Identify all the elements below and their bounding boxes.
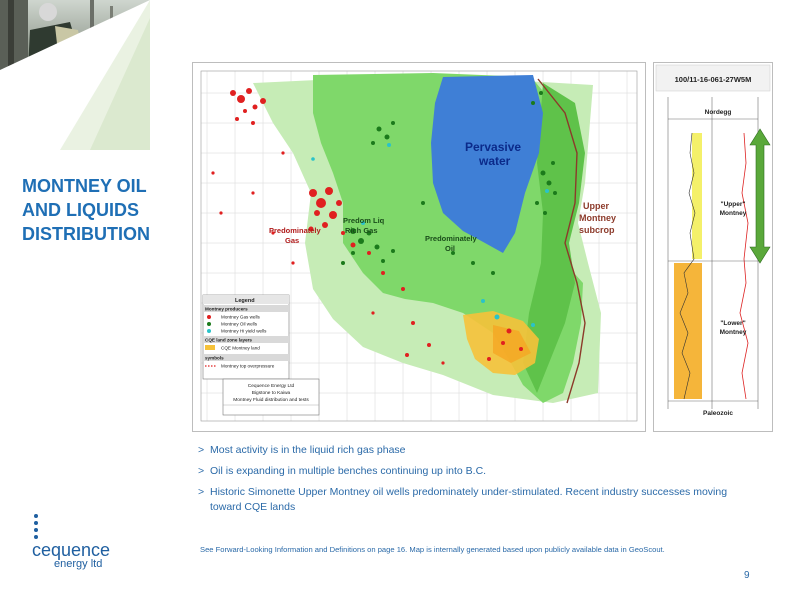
logo-subtitle: energy ltd bbox=[54, 558, 103, 570]
legend-title: Legend bbox=[235, 298, 255, 304]
legend-land-swatch bbox=[205, 345, 215, 350]
oil-rig-image bbox=[0, 0, 150, 150]
label-montney: Montney bbox=[579, 213, 616, 223]
label-predom-liq-2: Rich Gas bbox=[345, 226, 378, 235]
bullet-item: > Most activity is in the liquid rich ga… bbox=[198, 443, 758, 458]
title-box-area: Bigstone to Kaiwa bbox=[252, 390, 291, 396]
log-upper-1: "Upper" bbox=[721, 201, 746, 208]
label-upper: Upper bbox=[583, 201, 610, 211]
page-number: 9 bbox=[744, 570, 750, 581]
legend-item-gas: Montney Gas wells bbox=[221, 315, 261, 320]
log-base-label: Paleozoic bbox=[703, 410, 733, 417]
bullet-text: Oil is expanding in multiple benches con… bbox=[210, 465, 487, 477]
label-predominately-gas-1: Predominately bbox=[269, 226, 322, 235]
bullet-text: Most activity is in the liquid rich gas … bbox=[210, 444, 406, 456]
legend-hi-yield-icon bbox=[207, 329, 211, 333]
legend-section-producers: Montney producers bbox=[205, 307, 248, 312]
label-water: water bbox=[478, 154, 511, 168]
bullet-item: > Oil is expanding in multiple benches c… bbox=[198, 464, 758, 479]
slide-title: MONTNEY OIL AND LIQUIDS DISTRIBUTION bbox=[22, 174, 182, 246]
map-legend: Legend Montney producers Montney Gas wel… bbox=[202, 294, 290, 380]
legend-oil-icon bbox=[207, 322, 211, 326]
bullet-marker: > bbox=[198, 486, 205, 498]
log-top-label: Nordegg bbox=[705, 109, 732, 116]
title-box-subject: Montney Fluid distribution and tests bbox=[233, 397, 309, 403]
bullet-list: > Most activity is in the liquid rich ga… bbox=[198, 443, 758, 521]
title-box-company: Cequence Energy Ltd bbox=[248, 383, 295, 389]
legend-gas-icon bbox=[207, 315, 211, 319]
label-predom-liq-1: Predom Liq bbox=[343, 216, 385, 225]
legend-item-land: CQE Montney land bbox=[221, 346, 260, 351]
label-pervasive: Pervasive bbox=[465, 140, 521, 154]
bullet-marker: > bbox=[198, 444, 205, 456]
header-photo bbox=[0, 0, 150, 150]
legend-item-hi-yield: Montney Hi yield wells bbox=[221, 329, 267, 334]
map-title-box: Cequence Energy Ltd Bigstone to Kaiwa Mo… bbox=[222, 378, 320, 416]
log-upper-2: Montney bbox=[720, 210, 747, 217]
label-predominately-gas-2: Gas bbox=[285, 236, 299, 245]
lower-montney-gr-fill bbox=[674, 263, 702, 399]
legend-section-land: CQE land zone layers bbox=[205, 338, 252, 343]
company-logo: cequence energy ltd bbox=[18, 512, 128, 572]
log-lower-2: Montney bbox=[720, 329, 747, 336]
label-predominately-oil-2: Oil bbox=[445, 244, 455, 253]
label-subcrop: subcrop bbox=[579, 225, 615, 235]
montney-fluid-map: Pervasive water Upper Montney subcrop Pr… bbox=[192, 62, 646, 432]
bullet-text: Historic Simonette Upper Montney oil wel… bbox=[210, 486, 728, 513]
upper-montney-gr-fill bbox=[692, 133, 702, 259]
bullet-marker: > bbox=[198, 465, 205, 477]
legend-section-symbols: symbols bbox=[205, 356, 224, 361]
log-lower-1: "Lower" bbox=[720, 320, 745, 327]
label-predominately-oil-1: Predominately bbox=[425, 234, 478, 243]
title-line-3: DISTRIBUTION bbox=[22, 224, 150, 244]
legend-item-oil: Montney Oil wells bbox=[221, 322, 258, 327]
well-id: 100/11-16-061-27W5M bbox=[675, 75, 752, 84]
title-line-1: MONTNEY OIL bbox=[22, 176, 147, 196]
footnote: See Forward-Looking Information and Defi… bbox=[200, 545, 665, 554]
legend-item-overpressure: Montney top overpressure bbox=[221, 364, 275, 369]
bullet-item: > Historic Simonette Upper Montney oil w… bbox=[198, 485, 758, 515]
title-line-2: AND LIQUIDS bbox=[22, 200, 139, 220]
well-log-panel: 100/11-16-061-27W5M Nordegg "Upper" Mont… bbox=[653, 62, 773, 432]
